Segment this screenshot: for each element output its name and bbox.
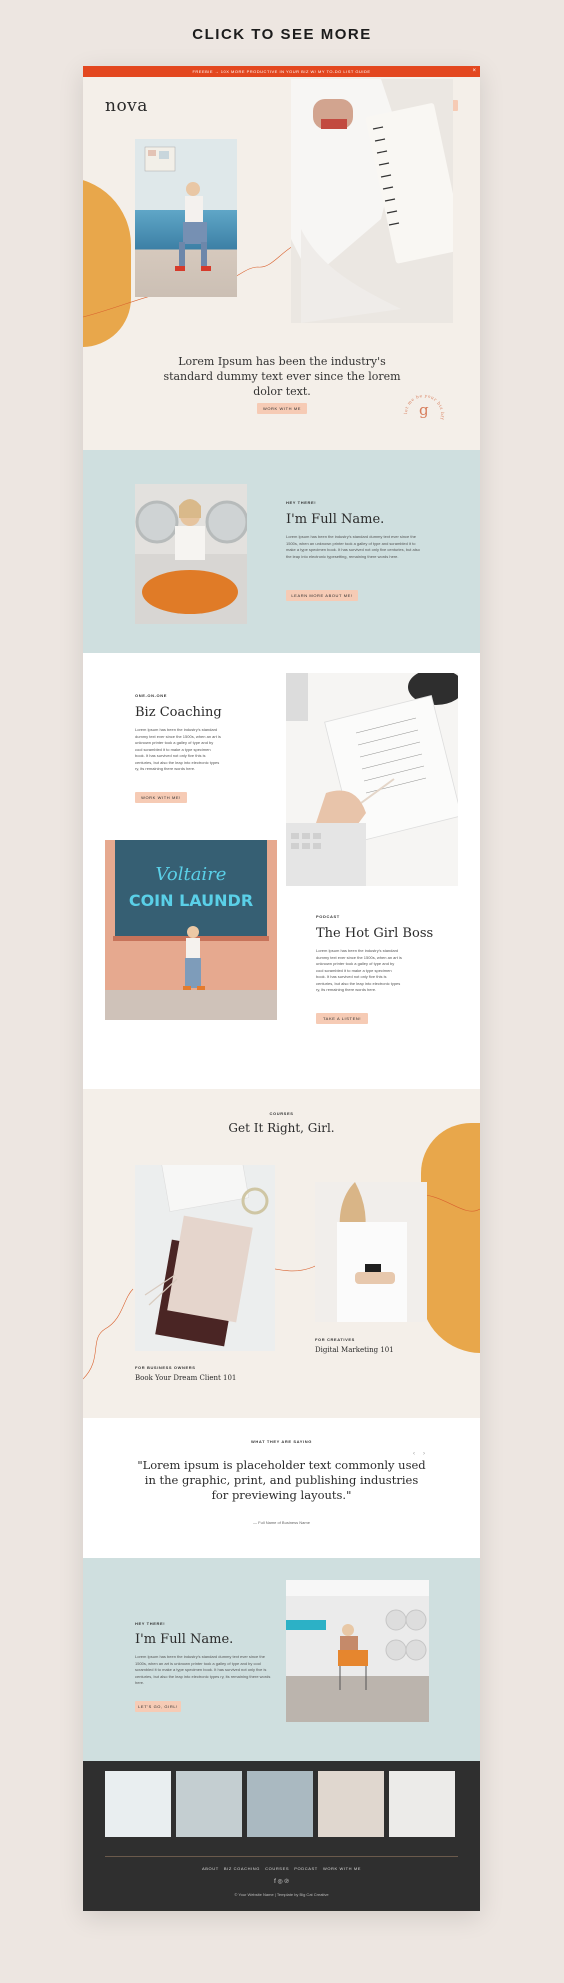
hero-photo-woman-seated	[135, 139, 237, 297]
pinterest-icon[interactable]: ℗	[284, 1879, 288, 1885]
learn-more-about-me-button[interactable]: LEARN MORE ABOUT ME!	[286, 590, 358, 601]
creatives-eyebrow: FOR CREATIVES	[315, 1337, 355, 1342]
next-arrow-icon[interactable]: ›	[423, 1451, 425, 1457]
about-section: HEY THERE! I'm Full Name. Lorem Ipsum ha…	[83, 450, 480, 653]
footer-nav: ABOUT BIZ COACHING COURSES PODCAST WORK …	[83, 1866, 480, 1871]
coaching-body: Lorem Ipsum has been the industry's stan…	[135, 727, 221, 771]
neon-sign-text: Voltaire	[156, 864, 227, 885]
click-to-see-more-heading[interactable]: CLICK TO SEE MORE	[0, 26, 564, 43]
instagram-thumb[interactable]	[176, 1771, 242, 1837]
website-mockup: FREEBIE → 10X MORE PRODUCTIVE IN YOUR BI…	[83, 66, 480, 1911]
podcast-body: Lorem Ipsum has been the industry's stan…	[316, 948, 402, 992]
course-photo-notebook	[135, 1165, 275, 1351]
instagram-thumb[interactable]	[389, 1771, 455, 1837]
footer-nav-about[interactable]: ABOUT	[202, 1866, 219, 1871]
course-title-digital-marketing[interactable]: Digital Marketing 101	[315, 1346, 394, 1354]
instagram-icon[interactable]: ◎	[278, 1879, 283, 1885]
announcement-bar[interactable]: FREEBIE → 10X MORE PRODUCTIVE IN YOUR BI…	[83, 66, 480, 77]
courses-title: Get It Right, Girl.	[228, 1121, 335, 1135]
svg-text:COIN LAUNDR: COIN LAUNDR	[129, 891, 253, 910]
about-body: Lorem Ipsum has been the industry's stan…	[286, 534, 420, 559]
site-logo[interactable]: nova	[105, 96, 148, 116]
courses-section: COURSES Get It Right, Girl. FOR BUSINESS…	[83, 1089, 480, 1418]
courses-eyebrow: COURSES	[269, 1111, 294, 1116]
footer: ABOUT BIZ COACHING COURSES PODCAST WORK …	[83, 1761, 480, 1911]
announcement-text[interactable]: FREEBIE → 10X MORE PRODUCTIVE IN YOUR BI…	[192, 69, 370, 74]
work-with-me-coaching-button[interactable]: WORK WITH ME!	[135, 792, 187, 803]
testimonial-eyebrow: WHAT THEY ARE SAYING	[251, 1439, 312, 1444]
hero-photo-woman-notebook	[291, 79, 453, 323]
instagram-thumb[interactable]	[105, 1771, 171, 1837]
instagram-feed	[105, 1771, 455, 1837]
coaching-eyebrow: ONE-ON-ONE	[135, 693, 167, 698]
about2-section: HEY THERE! I'm Full Name. Lorem Ipsum ha…	[83, 1558, 480, 1761]
coaching-podcast-section: ONE-ON-ONE Biz Coaching Lorem Ipsum has …	[83, 653, 480, 1089]
about-title: I'm Full Name.	[286, 512, 385, 527]
hero-quote: Lorem Ipsum has been the industry's stan…	[163, 355, 401, 398]
planner-photo	[286, 673, 458, 886]
about2-body: Lorem Ipsum has been the industry's stan…	[135, 1654, 271, 1685]
business-owners-eyebrow: FOR BUSINESS OWNERS	[135, 1365, 196, 1370]
work-with-me-hero-button[interactable]: WORK WITH ME	[257, 403, 307, 414]
footer-nav-work-with-me[interactable]: WORK WITH ME	[323, 1866, 361, 1871]
coin-laundry-photo: Voltaire COIN LAUNDR	[105, 840, 277, 1020]
footer-nav-courses[interactable]: COURSES	[265, 1866, 289, 1871]
social-links: f ◎ ℗	[83, 1878, 480, 1885]
podcast-eyebrow: PODCAST	[316, 914, 340, 919]
about-eyebrow: HEY THERE!	[286, 500, 317, 505]
course-photo-phone	[315, 1182, 427, 1322]
facebook-icon[interactable]: f	[274, 1879, 276, 1885]
stamp-letter: g	[419, 401, 429, 419]
lets-go-girl-button[interactable]: LET'S GO, GIRL!	[135, 1701, 181, 1712]
testimonial-quote: "Lorem ipsum is placeholder text commonl…	[137, 1458, 426, 1502]
about2-eyebrow: HEY THERE!	[135, 1621, 166, 1626]
instagram-thumb[interactable]	[318, 1771, 384, 1837]
course-title-dream-client[interactable]: Book Your Dream Client 101	[135, 1374, 236, 1382]
instagram-thumb[interactable]	[247, 1771, 313, 1837]
prev-arrow-icon[interactable]: ‹	[413, 1451, 415, 1457]
testimonial-author: — Full Name of Business Name	[253, 1520, 310, 1525]
close-icon[interactable]: ×	[472, 66, 476, 77]
coaching-title: Biz Coaching	[135, 705, 222, 720]
about2-title: I'm Full Name.	[135, 1632, 234, 1647]
footer-divider	[105, 1856, 458, 1857]
footer-nav-podcast[interactable]: PODCAST	[294, 1866, 318, 1871]
about-photo-laundromat	[135, 484, 247, 624]
about2-photo-laundromat-cart	[286, 1580, 429, 1722]
copyright-text: © Your Website Name | Template by Big Ca…	[234, 1892, 329, 1897]
testimonial-section: WHAT THEY ARE SAYING ‹ › "Lorem ipsum is…	[83, 1418, 480, 1558]
take-a-listen-button[interactable]: TAKE A LISTEN!	[316, 1013, 368, 1024]
podcast-title: The Hot Girl Boss	[316, 926, 434, 941]
footer-nav-biz-coaching[interactable]: BIZ COACHING	[224, 1866, 260, 1871]
